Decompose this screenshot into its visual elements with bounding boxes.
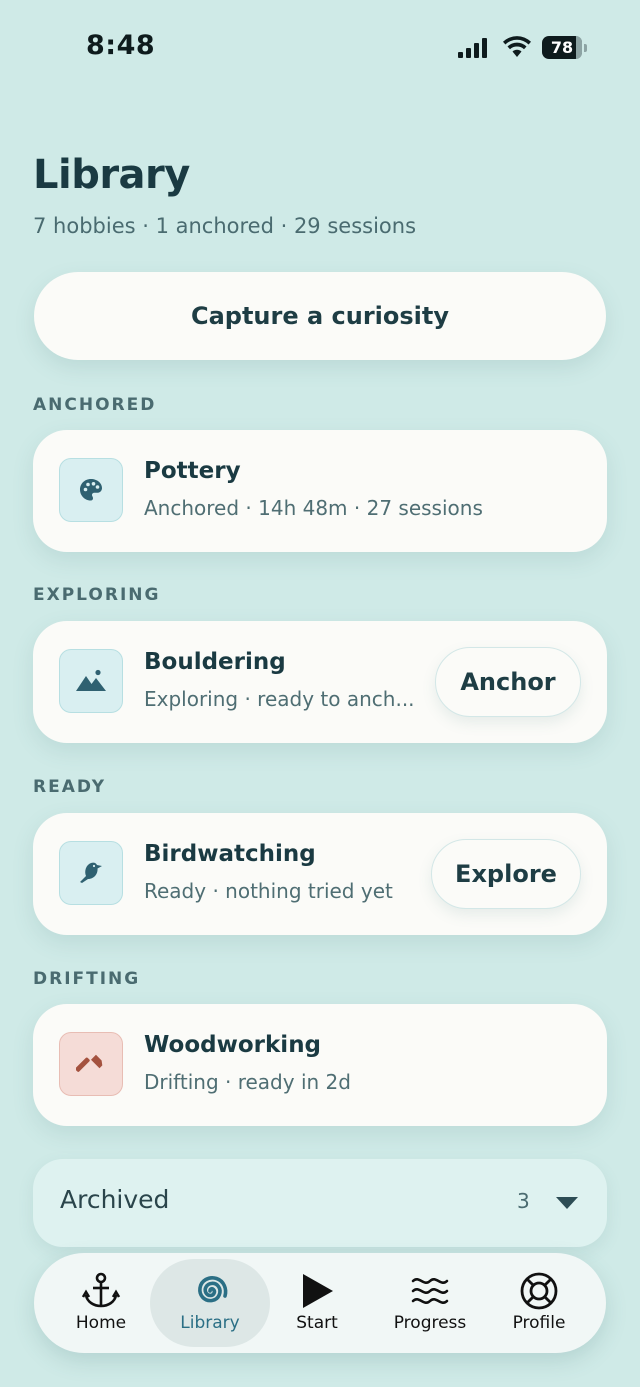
- tab-library[interactable]: Library: [150, 1259, 270, 1347]
- section-label-anchored: ANCHORED: [33, 395, 157, 415]
- status-time: 8:48: [86, 30, 156, 61]
- chevron-down-icon: [556, 1197, 578, 1209]
- battery-indicator: 78: [542, 36, 588, 59]
- hobby-status: Exploring · ready to anch...: [144, 687, 415, 711]
- explore-button[interactable]: Explore: [431, 839, 581, 909]
- hammer-icon: [59, 1032, 123, 1096]
- tab-label: Library: [180, 1313, 240, 1333]
- section-label-ready: READY: [33, 777, 107, 797]
- tab-label: Home: [75, 1313, 127, 1333]
- lifebuoy-icon: [520, 1272, 558, 1310]
- tab-profile[interactable]: Profile: [496, 1259, 582, 1347]
- bottom-tab-bar: Home Library Start Progress Profile: [34, 1253, 606, 1353]
- mountain-icon: [59, 649, 123, 713]
- tab-start[interactable]: Start: [274, 1259, 360, 1347]
- waves-icon: [411, 1278, 449, 1304]
- hobby-card-pottery[interactable]: Pottery Anchored · 14h 48m · 27 sessions: [33, 430, 607, 552]
- tab-label: Progress: [393, 1313, 467, 1333]
- palette-icon: [59, 458, 123, 522]
- capture-curiosity-button[interactable]: Capture a curiosity: [34, 272, 606, 360]
- hobby-status: Anchored · 14h 48m · 27 sessions: [144, 496, 483, 520]
- hobby-card-birdwatching[interactable]: Birdwatching Ready · nothing tried yet E…: [33, 813, 607, 935]
- tab-label: Start: [296, 1313, 338, 1333]
- hobby-name: Woodworking: [144, 1032, 322, 1058]
- bird-icon: [59, 841, 123, 905]
- hobby-status: Ready · nothing tried yet: [144, 879, 393, 903]
- hobby-card-woodworking[interactable]: Woodworking Drifting · ready in 2d: [33, 1004, 607, 1126]
- library-summary: 7 hobbies · 1 anchored · 29 sessions: [33, 214, 417, 238]
- anchor-button[interactable]: Anchor: [435, 647, 581, 717]
- section-label-drifting: DRIFTING: [33, 969, 141, 989]
- tab-label: Profile: [512, 1313, 566, 1333]
- archived-toggle[interactable]: Archived 3: [33, 1159, 607, 1247]
- anchor-icon: [81, 1272, 121, 1308]
- archived-count: 3: [517, 1189, 530, 1213]
- hobby-name: Bouldering: [144, 649, 286, 675]
- page-title: Library: [33, 152, 190, 198]
- tab-progress[interactable]: Progress: [380, 1259, 480, 1347]
- hobby-card-bouldering[interactable]: Bouldering Exploring · ready to anch... …: [33, 621, 607, 743]
- spiral-icon: [198, 1276, 228, 1303]
- section-label-exploring: EXPLORING: [33, 585, 161, 605]
- hobby-name: Pottery: [144, 458, 241, 484]
- cellular-signal-icon: [458, 38, 487, 58]
- tab-home[interactable]: Home: [56, 1259, 146, 1347]
- archived-label: Archived: [60, 1185, 170, 1214]
- hobby-status: Drifting · ready in 2d: [144, 1070, 351, 1094]
- hobby-name: Birdwatching: [144, 841, 316, 867]
- play-icon: [303, 1274, 333, 1308]
- wifi-icon: [503, 36, 531, 57]
